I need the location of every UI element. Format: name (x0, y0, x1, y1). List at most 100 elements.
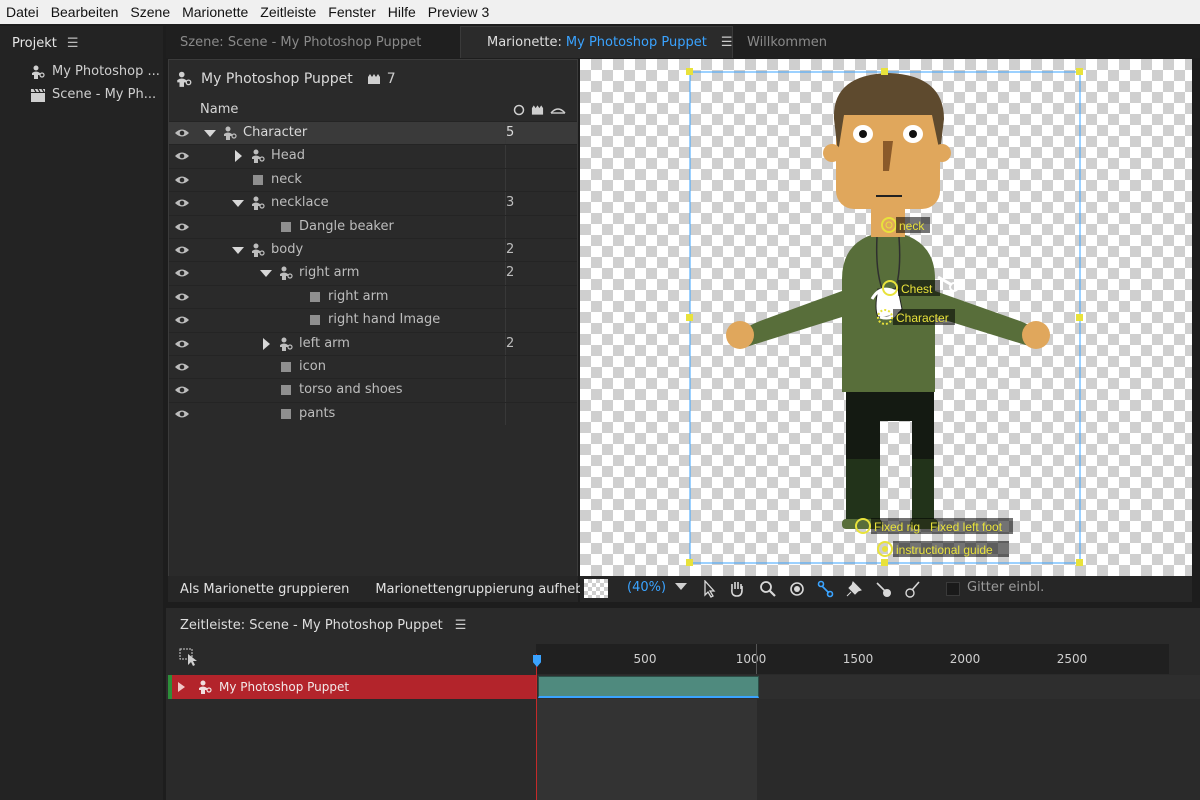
eye-icon[interactable] (174, 384, 190, 396)
zoom-level[interactable]: (40%) (627, 580, 666, 595)
eye-icon[interactable] (174, 338, 190, 350)
timeline-panel: Zeitleiste: Scene - My Photoshop Puppet … (166, 608, 1200, 800)
tab-scene[interactable]: Szene: Scene - My Photoshop Puppet (166, 26, 460, 58)
eye-icon[interactable] (174, 244, 190, 256)
tree-row[interactable]: left arm 2 (169, 331, 577, 355)
collapse-arrow-icon[interactable] (232, 246, 244, 254)
eye-icon[interactable] (174, 267, 190, 279)
tree-row-count: 3 (506, 195, 515, 211)
column-divider (505, 285, 506, 309)
tree-row[interactable]: torso and shoes (169, 378, 577, 402)
tree-row[interactable]: right hand Image (169, 308, 577, 332)
panel-menu-icon[interactable]: ☰ (67, 36, 79, 51)
collapse-arrow-icon[interactable] (260, 270, 272, 278)
hand-tool-icon[interactable] (727, 580, 747, 598)
handle-bm (881, 559, 888, 566)
tree-row[interactable]: body 2 (169, 237, 577, 262)
tree-row-count: 2 (506, 241, 515, 257)
puppet-icon (252, 149, 265, 164)
panel-menu-icon[interactable]: ☰ (455, 618, 467, 633)
menu-hilfe[interactable]: Hilfe (382, 0, 422, 24)
stage-icon[interactable] (550, 104, 566, 116)
project-item-scene[interactable]: Scene - My Ph... (0, 83, 163, 106)
collapse-arrow-icon[interactable] (204, 130, 216, 137)
expand-arrow-icon[interactable] (178, 682, 185, 692)
menu-zeitleiste[interactable]: Zeitleiste (254, 0, 322, 24)
show-grid-checkbox[interactable] (946, 582, 960, 596)
tick-label: 500 (633, 652, 657, 666)
pin-tool-icon[interactable] (845, 580, 865, 598)
dangle-tool-icon[interactable] (816, 580, 836, 598)
tree-row[interactable]: right arm 2 (169, 261, 577, 285)
tree-row[interactable]: neck (169, 167, 577, 192)
zoom-dropdown-icon[interactable] (675, 583, 695, 601)
left-pupil (859, 130, 867, 138)
origin-icon[interactable] (513, 104, 525, 116)
tree-row[interactable]: necklace 3 (169, 191, 577, 215)
tree-row-label: neck (271, 171, 302, 187)
puppet-tree: Character 5 Head neck necklace 3 Dangle beaker… (169, 121, 577, 426)
puppet-icon (32, 65, 45, 79)
eye-icon[interactable] (174, 197, 190, 209)
tab-welcome[interactable]: Willkommen (733, 26, 853, 58)
transparency-toggle-icon[interactable] (584, 579, 608, 598)
eye-icon[interactable] (174, 408, 190, 420)
layers-icon[interactable] (531, 104, 544, 116)
puppet-canvas[interactable]: neck Chest Character Fixed rig Fixed lef… (580, 59, 1192, 576)
handle-mr (1076, 314, 1083, 321)
handle-fixed-left-label: Fixed left foot (930, 520, 1003, 534)
eye-icon[interactable] (174, 361, 190, 373)
clapperboard-icon (31, 88, 45, 102)
layer-icon (281, 408, 291, 419)
menu-fenster[interactable]: Fenster (322, 0, 381, 24)
project-item-puppet[interactable]: My Photoshop ... (0, 60, 163, 83)
column-divider (505, 402, 506, 426)
track-header[interactable]: My Photoshop Puppet (168, 675, 537, 699)
zoom-tool-icon[interactable] (758, 580, 778, 598)
tree-row[interactable]: icon (169, 354, 577, 379)
menu-datei[interactable]: Datei (0, 0, 45, 24)
expand-arrow-icon[interactable] (263, 337, 270, 350)
canvas-toolbar: (40%) Gitter einbl. (580, 576, 1192, 602)
tab-puppet[interactable]: Marionette: My Photoshop Puppet ☰ (460, 26, 733, 58)
tab-scene-label: Szene: Scene - My Photoshop Puppet (180, 34, 422, 50)
eye-icon[interactable] (174, 314, 190, 326)
tree-row[interactable]: Character 5 (169, 121, 577, 145)
tree-row[interactable]: Head (169, 144, 577, 168)
column-name[interactable]: Name (200, 102, 238, 117)
puppet-count-value: 7 (386, 71, 396, 87)
menu-bearbeiten[interactable]: Bearbeiten (45, 0, 125, 24)
tree-row[interactable]: Dangle beaker (169, 214, 577, 238)
eye-icon[interactable] (174, 221, 190, 233)
menu-szene[interactable]: Szene (124, 0, 176, 24)
stick-tool-icon[interactable] (874, 580, 894, 598)
timeline-select-icon[interactable] (179, 648, 199, 666)
eye-icon[interactable] (174, 150, 190, 162)
handle-neck-label: neck (899, 219, 925, 233)
tree-row[interactable]: pants (169, 401, 577, 426)
timeline-ruler[interactable]: 500 1000 1500 2000 2500 (536, 644, 1169, 674)
column-divider (505, 168, 506, 192)
select-tool-icon[interactable] (700, 580, 720, 598)
pants-shade (846, 459, 934, 527)
ungroup-puppet-button[interactable]: Marionettengruppierung aufheben (349, 582, 599, 597)
project-item-label: Scene - My Ph... (52, 87, 157, 102)
collapse-arrow-icon[interactable] (232, 200, 244, 208)
origin-tool-icon[interactable] (787, 580, 807, 598)
tree-row[interactable]: right arm (169, 284, 577, 309)
eye-icon[interactable] (174, 127, 190, 139)
handle-br (1076, 559, 1083, 566)
puppet-clip[interactable] (538, 676, 759, 698)
puppet-footer: Als Marionette gruppieren Marionettengru… (168, 576, 600, 602)
tab-bar: Szene: Scene - My Photoshop Puppet Mario… (166, 26, 1200, 58)
column-divider (505, 355, 506, 379)
menu-marionette[interactable]: Marionette (176, 0, 254, 24)
expand-arrow-icon[interactable] (235, 150, 242, 163)
group-as-puppet-button[interactable]: Als Marionette gruppieren (168, 582, 349, 597)
column-divider (505, 145, 506, 168)
handle-tl (686, 68, 693, 75)
eye-icon[interactable] (174, 174, 190, 186)
panel-menu-icon[interactable]: ☰ (721, 35, 733, 50)
eye-icon[interactable] (174, 291, 190, 303)
brush-tool-icon[interactable] (903, 580, 923, 598)
